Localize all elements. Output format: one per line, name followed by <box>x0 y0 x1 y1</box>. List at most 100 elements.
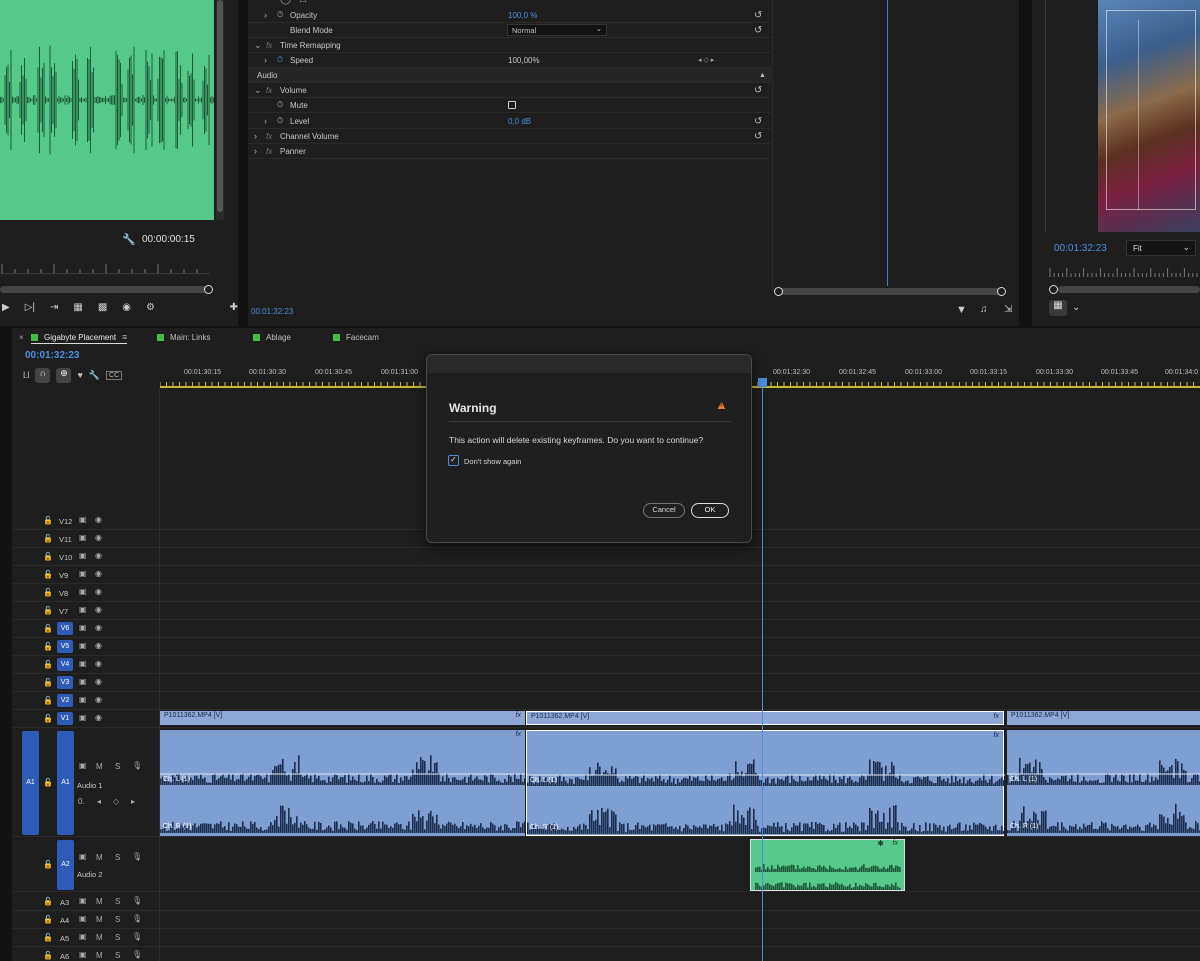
collapse-icon[interactable]: ▲ <box>759 72 766 79</box>
tab-sequence[interactable]: Gigabyte Placement ≡ <box>31 331 128 344</box>
lock-icon[interactable]: 🔓 <box>43 860 53 869</box>
eye-icon[interactable]: ◉ <box>95 605 102 614</box>
sync-lock-icon[interactable]: ▣ <box>79 695 87 704</box>
solo-button[interactable]: S <box>115 853 120 862</box>
effect-row[interactable]: › ⏱ Level 0,0 dB ↺ <box>248 114 771 129</box>
sync-lock-icon[interactable]: ▣ <box>79 551 87 560</box>
eye-icon[interactable]: ◉ <box>95 713 102 722</box>
audio-clip[interactable]: Ch. L (1) Ch. R (1) fx <box>160 730 526 836</box>
eye-icon[interactable]: ◉ <box>95 569 102 578</box>
reset-icon[interactable]: ↺ <box>754 25 762 36</box>
ellipse-mask-icon[interactable]: ◯ <box>280 0 291 5</box>
effect-value[interactable]: 100,0 % <box>508 11 537 20</box>
sync-lock-icon[interactable]: ▣ <box>79 605 87 614</box>
wrench-icon[interactable]: 🔧 <box>122 233 136 246</box>
audio-clip[interactable]: Ch. L (1) Ch. R (1) fx <box>526 730 1005 836</box>
eye-icon[interactable]: ◉ <box>95 551 102 560</box>
reset-icon[interactable]: ↺ <box>754 85 762 96</box>
zoom-handle-left[interactable] <box>774 287 783 296</box>
track-target-v3[interactable]: V3 <box>57 676 73 689</box>
microphone-icon[interactable]: 🎙 <box>132 932 142 941</box>
program-zoom-bar[interactable] <box>1058 286 1200 293</box>
chevron-right-icon[interactable]: › <box>254 131 257 141</box>
track-row-a5[interactable]: 🔓 A5 ▣ M S 🎙 <box>12 929 1200 947</box>
fx-badge[interactable]: fx <box>516 731 521 738</box>
snap-button[interactable]: ∩ <box>35 367 51 383</box>
sync-lock-icon[interactable]: ▣ <box>79 932 87 941</box>
track-row-v6[interactable]: 🔓 V6 ▣ ◉ <box>12 620 1200 638</box>
track-target-a1[interactable]: A1 <box>57 731 74 835</box>
sync-lock-icon[interactable]: ▣ <box>79 623 87 632</box>
tab-sequence[interactable]: Main: Links <box>157 331 210 344</box>
source-ruler[interactable] <box>0 262 210 274</box>
effect-row[interactable]: Audio ▲ <box>248 68 771 83</box>
effect-value[interactable]: 0,0 dB <box>508 117 531 126</box>
step-forward-icon[interactable]: ▷| <box>25 302 35 316</box>
pen-mask-icon[interactable]: ✒ <box>315 0 323 5</box>
sync-lock-icon[interactable]: ▣ <box>79 713 87 722</box>
ec-playhead[interactable] <box>887 0 888 286</box>
tab-sequence[interactable]: Facecam <box>333 331 379 344</box>
insert-icon[interactable]: ⇥ <box>50 302 58 316</box>
sync-lock-icon[interactable]: ▣ <box>79 659 87 668</box>
lock-icon[interactable]: 🔓 <box>43 778 53 787</box>
play-icon[interactable]: ▶ <box>2 302 10 316</box>
microphone-icon[interactable]: 🎙 <box>132 914 142 923</box>
next-keyframe-icon[interactable]: ▸ <box>131 797 135 806</box>
track-target-v2[interactable]: V2 <box>57 694 73 707</box>
sync-lock-icon[interactable]: ▣ <box>79 569 87 578</box>
lock-icon[interactable]: 🔓 <box>43 642 53 651</box>
video-clip[interactable]: P1011362.MP4 [V] <box>1007 711 1200 725</box>
stopwatch-icon[interactable]: ⏱ <box>277 10 283 20</box>
microphone-icon[interactable]: 🎙 <box>132 852 142 861</box>
eye-icon[interactable]: ◉ <box>95 641 102 650</box>
microphone-icon[interactable]: 🎙 <box>132 896 142 905</box>
add-keyframe-icon[interactable]: ◇ <box>113 797 119 806</box>
track-row-v7[interactable]: 🔓 V7 ▣ ◉ <box>12 602 1200 620</box>
lock-icon[interactable]: 🔓 <box>43 552 53 561</box>
stopwatch-icon[interactable]: ⏱ <box>277 55 283 65</box>
sync-lock-icon[interactable]: ▣ <box>79 587 87 596</box>
tab-sequence[interactable]: Ablage <box>253 331 291 344</box>
fx-icon[interactable]: fx <box>266 147 272 156</box>
ec-timecode[interactable]: 00:01:32:23 <box>251 307 293 316</box>
mute-button[interactable]: M <box>96 762 103 771</box>
playhead-handle[interactable] <box>758 378 767 387</box>
audio-clip[interactable]: Ch. L (1) Ch. R (1) <box>1007 730 1200 836</box>
effect-row[interactable]: › fx Channel Volume ↺ <box>248 129 771 144</box>
sync-lock-icon[interactable]: ▣ <box>79 515 87 524</box>
scrollbar[interactable] <box>216 0 224 220</box>
fx-badge[interactable]: fx <box>893 840 898 847</box>
track-row-a4[interactable]: 🔓 A4 ▣ M S 🎙 <box>12 911 1200 929</box>
settings-icon[interactable]: ⚙ <box>146 302 155 316</box>
eye-icon[interactable]: ◉ <box>95 677 102 686</box>
chevron-down-icon[interactable]: ⌄ <box>254 40 262 51</box>
track-row-v4[interactable]: 🔓 V4 ▣ ◉ <box>12 656 1200 674</box>
fx-badge[interactable]: fx <box>994 713 999 720</box>
video-clip[interactable]: P1011362.MP4 [V] fx <box>160 711 525 725</box>
lock-icon[interactable]: 🔓 <box>43 696 53 705</box>
volume-keyframe-icon[interactable]: 0. <box>78 797 85 806</box>
lock-icon[interactable]: 🔓 <box>43 588 53 597</box>
fx-icon[interactable]: fx <box>266 41 272 50</box>
eye-icon[interactable]: ◉ <box>95 587 102 596</box>
ok-button[interactable]: OK <box>691 503 729 518</box>
linked-selection-button[interactable]: ⊕ <box>56 367 72 383</box>
chevron-down-icon[interactable]: ⌄ <box>254 85 262 96</box>
blend-mode-dropdown[interactable]: Normal ⌄ <box>507 24 607 36</box>
sync-lock-icon[interactable]: ▣ <box>79 914 87 923</box>
lock-icon[interactable]: 🔓 <box>43 660 53 669</box>
mute-button[interactable]: M <box>96 951 103 960</box>
mute-button[interactable]: M <box>96 897 103 906</box>
solo-button[interactable]: S <box>115 933 120 942</box>
chevron-right-icon[interactable]: › <box>264 55 267 65</box>
source-timecode[interactable]: 00:00:00:15 <box>142 234 195 245</box>
track-row-v5[interactable]: 🔓 V5 ▣ ◉ <box>12 638 1200 656</box>
track-target-v6[interactable]: V6 <box>57 622 73 635</box>
chevron-down-icon[interactable]: ⌄ <box>1072 302 1080 313</box>
lift-icon[interactable]: ▩ <box>98 302 107 316</box>
reset-icon[interactable]: ↺ <box>754 116 762 127</box>
add-icon[interactable]: ✚ <box>230 302 238 316</box>
program-timecode[interactable]: 00:01:32:23 <box>1054 243 1107 254</box>
lock-icon[interactable]: 🔓 <box>43 933 53 942</box>
